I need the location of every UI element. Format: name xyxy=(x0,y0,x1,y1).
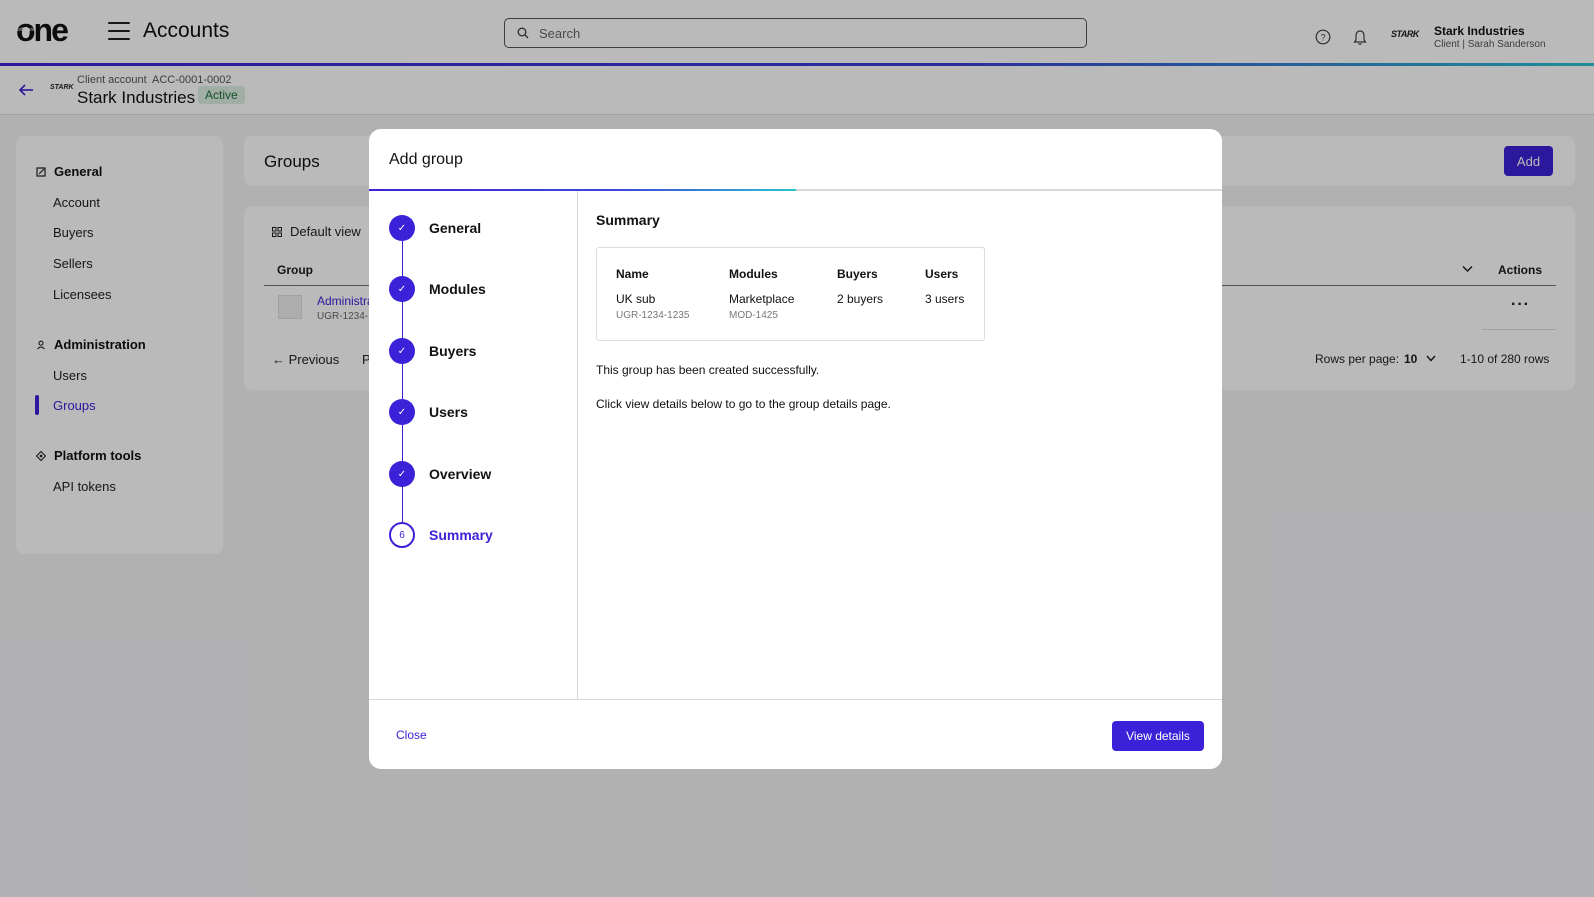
summary-subvalue: MOD-1425 xyxy=(729,310,778,321)
step-label: Modules xyxy=(429,281,486,297)
summary-header: Users xyxy=(925,267,959,281)
check-icon: ✓ xyxy=(389,276,415,302)
modal-title: Add group xyxy=(389,151,463,168)
step-buyers[interactable]: ✓ Buyers xyxy=(389,338,476,364)
summary-column-buyers: Buyers 2 buyers xyxy=(837,267,883,306)
close-button[interactable]: Close xyxy=(396,728,427,742)
check-icon: ✓ xyxy=(389,461,415,487)
instruction-message: Click view details below to go to the gr… xyxy=(596,397,891,411)
step-overview[interactable]: ✓ Overview xyxy=(389,461,491,487)
summary-value: UK sub xyxy=(616,292,656,306)
step-users[interactable]: ✓ Users xyxy=(389,399,468,425)
step-number: 6 xyxy=(389,522,415,548)
check-icon: ✓ xyxy=(389,215,415,241)
summary-column-name: Name UK sub UGR-1234-1235 xyxy=(616,267,689,321)
check-icon: ✓ xyxy=(389,338,415,364)
summary-table: Name UK sub UGR-1234-1235 Modules Market… xyxy=(596,247,985,341)
step-modules[interactable]: ✓ Modules xyxy=(389,276,486,302)
step-label: Buyers xyxy=(429,343,477,359)
view-details-button[interactable]: View details xyxy=(1112,721,1204,751)
summary-header: Modules xyxy=(729,267,778,281)
summary-column-users: Users 3 users xyxy=(925,267,964,306)
summary-header: Buyers xyxy=(837,267,878,281)
summary-header: Name xyxy=(616,267,649,281)
step-label: General xyxy=(429,220,482,236)
stepper-connector xyxy=(402,228,403,537)
stepper: ✓ General ✓ Modules ✓ Buyers ✓ Users ✓ O… xyxy=(369,191,578,699)
summary-value: 3 users xyxy=(925,292,965,306)
check-icon: ✓ xyxy=(389,399,415,425)
add-group-modal: Add group ✓ General ✓ Modules ✓ Buyers ✓… xyxy=(369,129,1222,769)
footer-divider xyxy=(369,699,1222,700)
step-label: Overview xyxy=(429,466,492,482)
summary-column-modules: Modules Marketplace MOD-1425 xyxy=(729,267,794,321)
summary-subvalue: UGR-1234-1235 xyxy=(616,310,690,321)
step-summary[interactable]: 6 Summary xyxy=(389,522,493,548)
step-general[interactable]: ✓ General xyxy=(389,215,481,241)
summary-value: 2 buyers xyxy=(837,292,884,306)
success-message: This group has been created successfully… xyxy=(596,363,820,377)
step-label: Summary xyxy=(429,527,493,543)
step-label: Users xyxy=(429,404,468,420)
content-title: Summary xyxy=(596,212,660,228)
summary-value: Marketplace xyxy=(729,292,795,306)
